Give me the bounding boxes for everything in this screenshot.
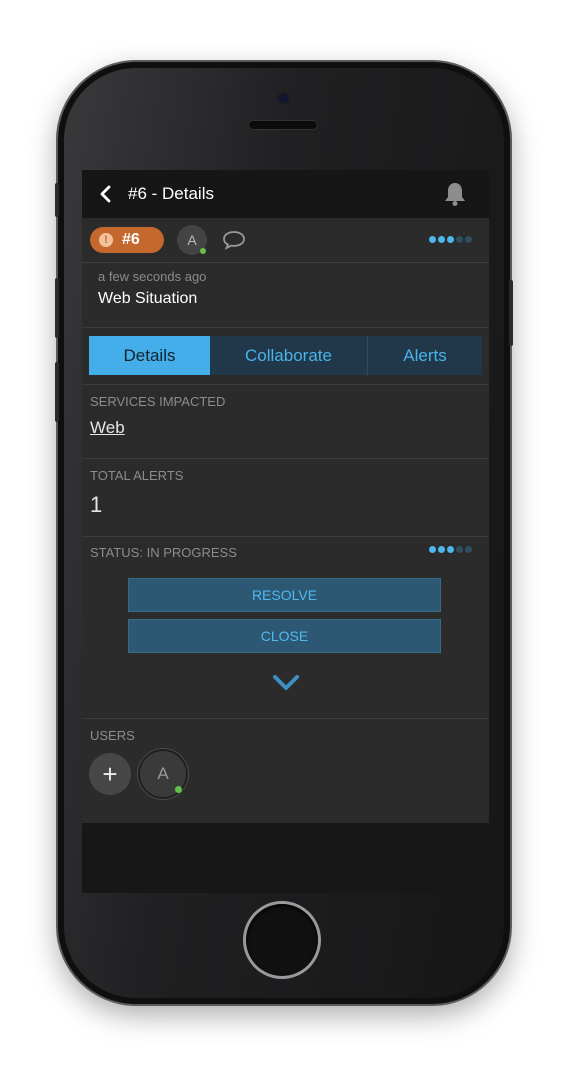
divider (82, 718, 489, 719)
status-label: STATUS: IN PROGRESS (90, 545, 237, 560)
user-avatar[interactable]: A (140, 751, 186, 797)
avatar-initial: A (187, 232, 197, 248)
progress-dot (438, 236, 445, 243)
power-button (509, 280, 513, 346)
close-button[interactable]: CLOSE (128, 619, 441, 653)
progress-dot (456, 546, 463, 553)
tab-collaborate[interactable]: Collaborate (210, 336, 367, 375)
add-user-button[interactable]: + (89, 753, 131, 795)
volume-up-button (55, 278, 59, 338)
users-label: USERS (90, 728, 135, 743)
progress-dot (429, 546, 436, 553)
total-alerts-label: TOTAL ALERTS (90, 468, 184, 483)
progress-dots (429, 236, 472, 243)
speaker (248, 120, 318, 130)
owner-avatar[interactable]: A (177, 225, 207, 255)
divider (82, 536, 489, 537)
status-progress-dots (429, 546, 472, 553)
situation-badge: ! #6 (90, 227, 164, 253)
volume-down-button (55, 362, 59, 422)
plus-icon: + (102, 758, 118, 789)
services-impacted-label: SERVICES IMPACTED (90, 394, 226, 409)
alert-icon: ! (99, 233, 113, 247)
avatar-initial: A (157, 764, 169, 783)
mute-switch (55, 183, 59, 217)
home-button[interactable] (246, 904, 318, 976)
progress-dot (456, 236, 463, 243)
situation-name: Web Situation (98, 290, 198, 307)
progress-dot (438, 546, 445, 553)
chevron-down-icon[interactable] (272, 674, 300, 692)
tab-bar: Details Collaborate Alerts (89, 336, 482, 375)
total-alerts-value: 1 (90, 492, 103, 517)
progress-dot (447, 546, 454, 553)
online-indicator (175, 786, 182, 793)
divider (82, 327, 489, 328)
app-screen: #6 - Details ! #6 A a few seconds ago We… (82, 170, 489, 823)
situation-number: #6 (122, 231, 140, 248)
page-title: #6 - Details (128, 184, 214, 203)
screen-bottom (82, 823, 489, 893)
progress-dot (447, 236, 454, 243)
progress-dot (429, 236, 436, 243)
comment-icon[interactable] (222, 230, 246, 250)
chevron-left-icon[interactable] (96, 184, 116, 204)
online-indicator (200, 248, 206, 254)
situation-timestamp: a few seconds ago (98, 269, 207, 284)
camera (279, 94, 288, 103)
tab-alerts[interactable]: Alerts (368, 336, 482, 375)
divider (82, 262, 489, 263)
bell-icon[interactable] (443, 181, 467, 207)
progress-dot (465, 546, 472, 553)
service-link-web[interactable]: Web (90, 418, 125, 438)
divider (82, 384, 489, 385)
resolve-button[interactable]: RESOLVE (128, 578, 441, 612)
divider (82, 458, 489, 459)
nav-header: #6 - Details (82, 170, 489, 218)
situation-summary-row: ! #6 A (82, 218, 489, 264)
progress-dot (465, 236, 472, 243)
tab-details[interactable]: Details (89, 336, 210, 375)
